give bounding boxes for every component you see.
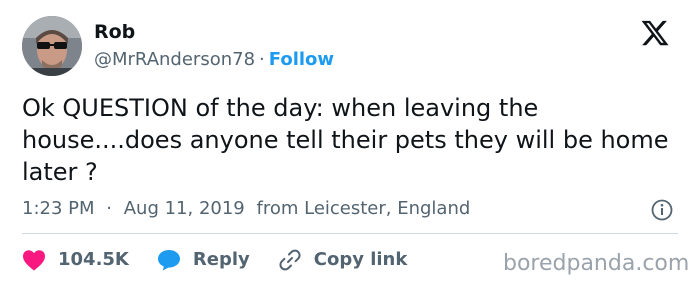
author-handle-row: @MrRAnderson78 · Follow — [94, 48, 334, 72]
follow-button[interactable]: Follow — [269, 49, 334, 70]
action-bar: 104.5K Reply Copy link — [22, 246, 435, 274]
tweet-time[interactable]: 1:23 PM — [22, 196, 95, 222]
author-handle[interactable]: @MrRAnderson78 — [94, 49, 255, 70]
watermark: boredpanda.com — [503, 251, 690, 276]
reply-bubble-icon — [157, 250, 180, 271]
copy-link-button[interactable]: Copy link — [278, 247, 408, 273]
info-icon[interactable] — [650, 198, 674, 222]
tweet-card: Rob @MrRAnderson78 · Follow Ok QUESTION of… — [0, 0, 700, 287]
reply-label: Reply — [192, 249, 250, 270]
link-icon — [279, 249, 301, 271]
avatar[interactable] — [22, 16, 82, 76]
heart-icon — [23, 250, 45, 271]
author-name-row: Rob — [94, 20, 135, 44]
handle-separator: · — [259, 49, 265, 70]
tweet-text: Ok QUESTION of the day: when leaving the… — [22, 94, 669, 186]
copy-link-label: Copy link — [313, 249, 408, 270]
author-display-name[interactable]: Rob — [94, 21, 135, 43]
divider — [22, 233, 678, 234]
like-button[interactable]: 104.5K — [22, 247, 129, 273]
x-logo-icon[interactable] — [638, 18, 672, 48]
meta-separator: · — [106, 198, 112, 219]
avatar-photo-icon — [22, 16, 82, 76]
tweet-location: from Leicester, England — [256, 198, 471, 219]
tweet-meta: 1:23 PM · Aug 11, 2019 from Leicester, E… — [22, 196, 470, 222]
like-count: 104.5K — [58, 249, 129, 270]
reply-button[interactable]: Reply — [157, 247, 250, 273]
tweet-date[interactable]: Aug 11, 2019 — [124, 196, 245, 222]
